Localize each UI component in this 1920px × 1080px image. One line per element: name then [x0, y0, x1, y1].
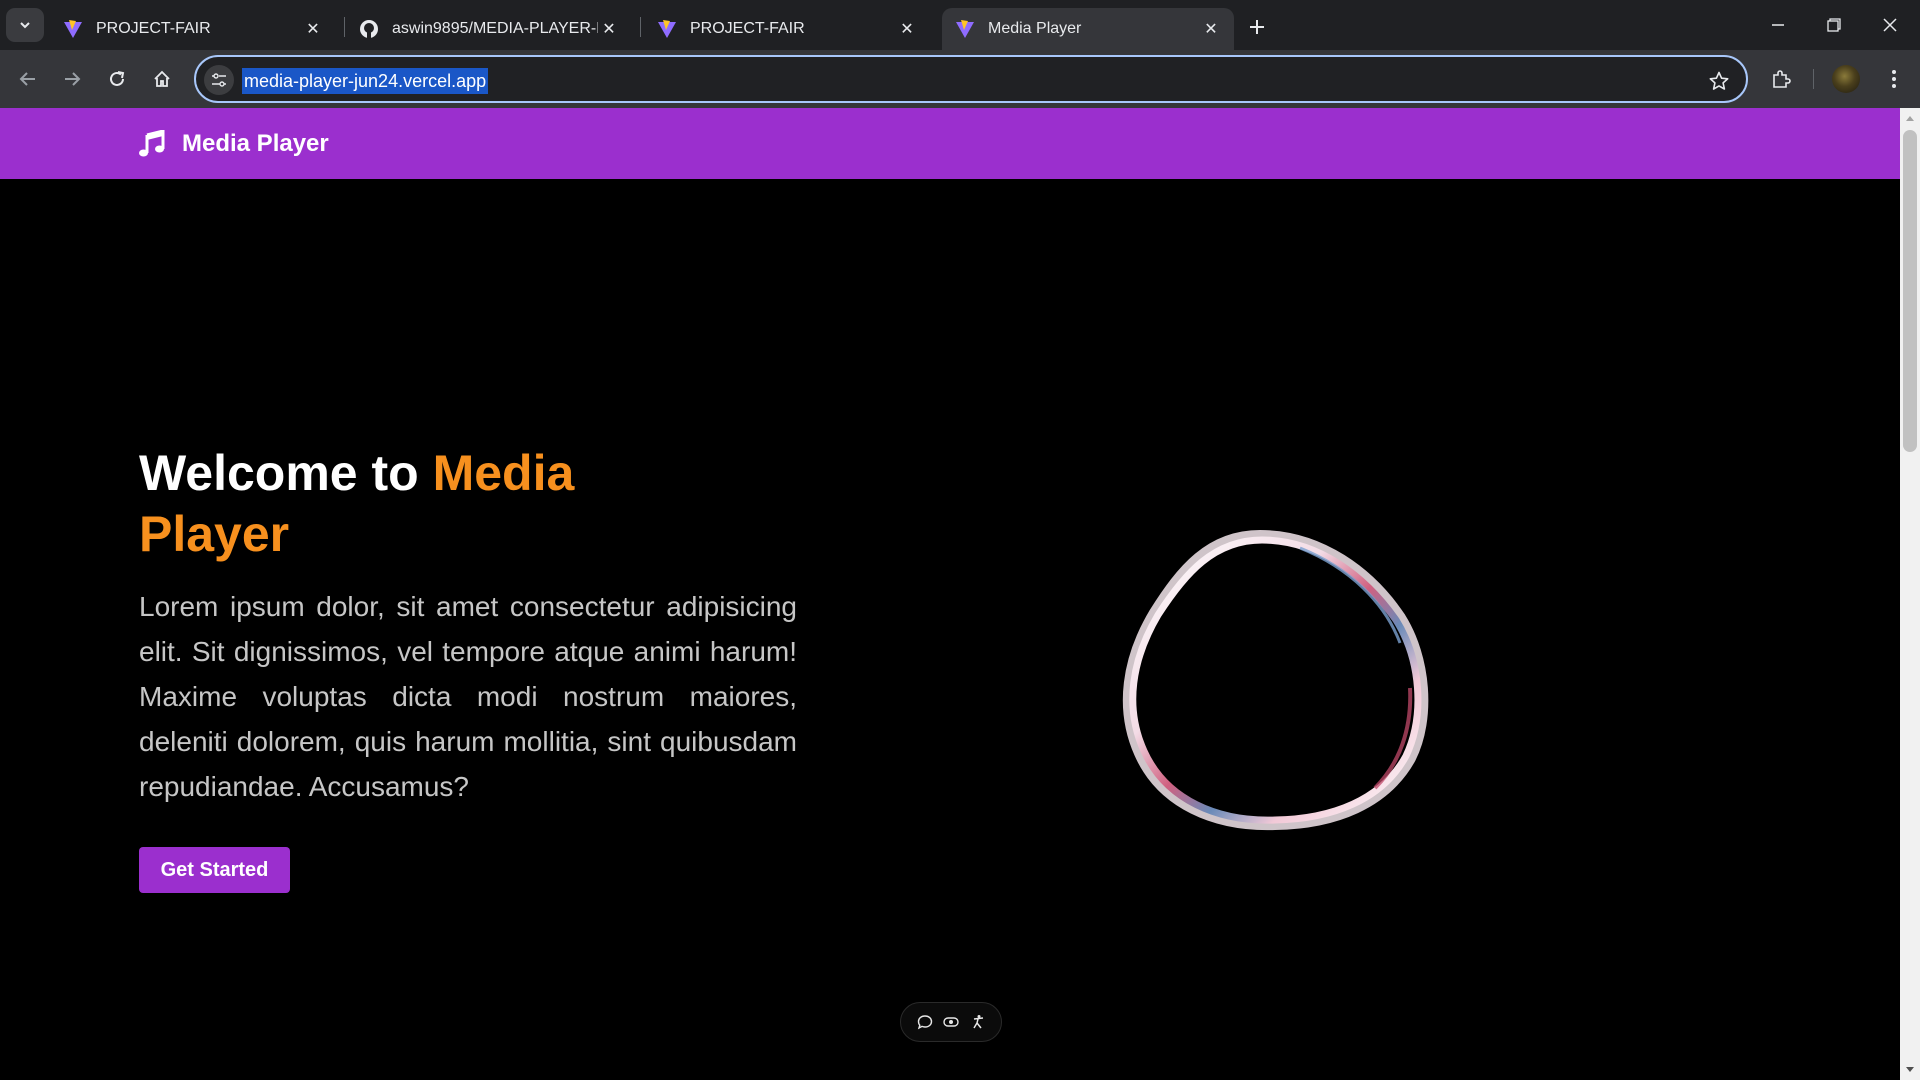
- get-started-button[interactable]: Get Started: [139, 847, 290, 893]
- forward-button[interactable]: [54, 61, 90, 97]
- toolbar-divider: [1813, 69, 1814, 89]
- tab-strip: PROJECT-FAIR ✕ aswin9895/MEDIA-PLAYER-FR…: [0, 0, 1920, 50]
- profile-avatar[interactable]: [1832, 65, 1860, 93]
- chat-bubble-icon[interactable]: [914, 1011, 936, 1033]
- animated-ring-graphic: [1122, 529, 1429, 831]
- hero-title: Welcome to Media Player: [139, 443, 699, 565]
- arrow-left-icon: [19, 72, 35, 86]
- browser-tab-github[interactable]: aswin9895/MEDIA-PLAYER-FRO ✕: [346, 8, 632, 50]
- browser-tab-project-fair-2[interactable]: PROJECT-FAIR ✕: [644, 8, 930, 50]
- restore-icon: [1827, 18, 1841, 32]
- new-tab-button[interactable]: [1242, 12, 1272, 42]
- vite-logo-icon: [656, 18, 678, 40]
- vite-logo-icon: [62, 18, 84, 40]
- extensions-button[interactable]: [1763, 61, 1799, 97]
- restore-button[interactable]: [1806, 0, 1862, 50]
- minimize-button[interactable]: [1750, 0, 1806, 50]
- browser-menu-button[interactable]: [1876, 61, 1912, 97]
- hero-description: Lorem ipsum dolor, sit amet consectetur …: [139, 591, 797, 802]
- accessibility-widget: [900, 1002, 1002, 1042]
- site-navbar: Media Player: [0, 108, 1900, 179]
- browser-tab-project-fair[interactable]: PROJECT-FAIR ✕: [50, 8, 336, 50]
- hero-title-white: Welcome to: [139, 445, 433, 501]
- web-page: Media Player Welcome to Media Player Lore…: [0, 108, 1900, 1080]
- eye-toggle-icon[interactable]: [940, 1011, 962, 1033]
- tab-title: Media Player: [988, 20, 1082, 37]
- hero-title-accent-2: Player: [139, 506, 290, 562]
- back-button[interactable]: [10, 61, 46, 97]
- scroll-up-arrow[interactable]: [1904, 112, 1916, 124]
- close-icon[interactable]: ✕: [598, 18, 620, 40]
- close-icon[interactable]: ✕: [1200, 18, 1222, 40]
- bookmark-button[interactable]: [1706, 68, 1732, 94]
- brand-title: Media Player: [182, 130, 329, 157]
- address-bar[interactable]: media-player-jun24.vercel.app: [194, 55, 1748, 103]
- tab-separator: [640, 17, 641, 37]
- browser-tab-media-player[interactable]: Media Player ✕: [942, 8, 1234, 50]
- plus-icon: [1250, 20, 1264, 34]
- reload-button[interactable]: [99, 61, 135, 97]
- tab-title: PROJECT-FAIR: [690, 20, 805, 37]
- brand-link[interactable]: Media Player: [138, 126, 329, 162]
- scroll-down-arrow[interactable]: [1904, 1064, 1916, 1076]
- reload-icon: [110, 71, 125, 86]
- close-icon: [1883, 18, 1897, 32]
- arrow-right-icon: [65, 72, 81, 86]
- chevron-down-icon: [20, 22, 30, 29]
- site-info-button[interactable]: [204, 65, 234, 95]
- tab-title: PROJECT-FAIR: [96, 20, 211, 37]
- star-icon: [1709, 71, 1729, 90]
- vite-logo-icon: [954, 18, 976, 40]
- tab-separator: [344, 17, 345, 37]
- triangle-up-icon: [1906, 116, 1914, 121]
- hero-title-accent: Media: [432, 445, 575, 501]
- more-vertical-icon: [1892, 70, 1896, 88]
- tune-icon: [212, 73, 226, 87]
- triangle-down-icon: [1906, 1067, 1914, 1072]
- tab-title: aswin9895/MEDIA-PLAYER-FRO: [392, 20, 598, 37]
- github-icon: [358, 18, 380, 40]
- tab-search-button[interactable]: [6, 8, 44, 42]
- close-icon[interactable]: ✕: [896, 18, 918, 40]
- minimize-icon: [1772, 24, 1784, 26]
- music-note-icon: [139, 130, 165, 157]
- scrollbar-thumb[interactable]: [1903, 130, 1917, 452]
- page-scrollbar[interactable]: [1900, 108, 1920, 1080]
- close-window-button[interactable]: [1862, 0, 1918, 50]
- close-icon[interactable]: ✕: [302, 18, 324, 40]
- url-text[interactable]: media-player-jun24.vercel.app: [242, 68, 489, 94]
- home-icon: [154, 70, 170, 87]
- home-button[interactable]: [144, 61, 180, 97]
- accessibility-icon[interactable]: [967, 1011, 989, 1033]
- puzzle-icon: [1773, 70, 1791, 88]
- browser-toolbar: media-player-jun24.vercel.app: [0, 50, 1920, 108]
